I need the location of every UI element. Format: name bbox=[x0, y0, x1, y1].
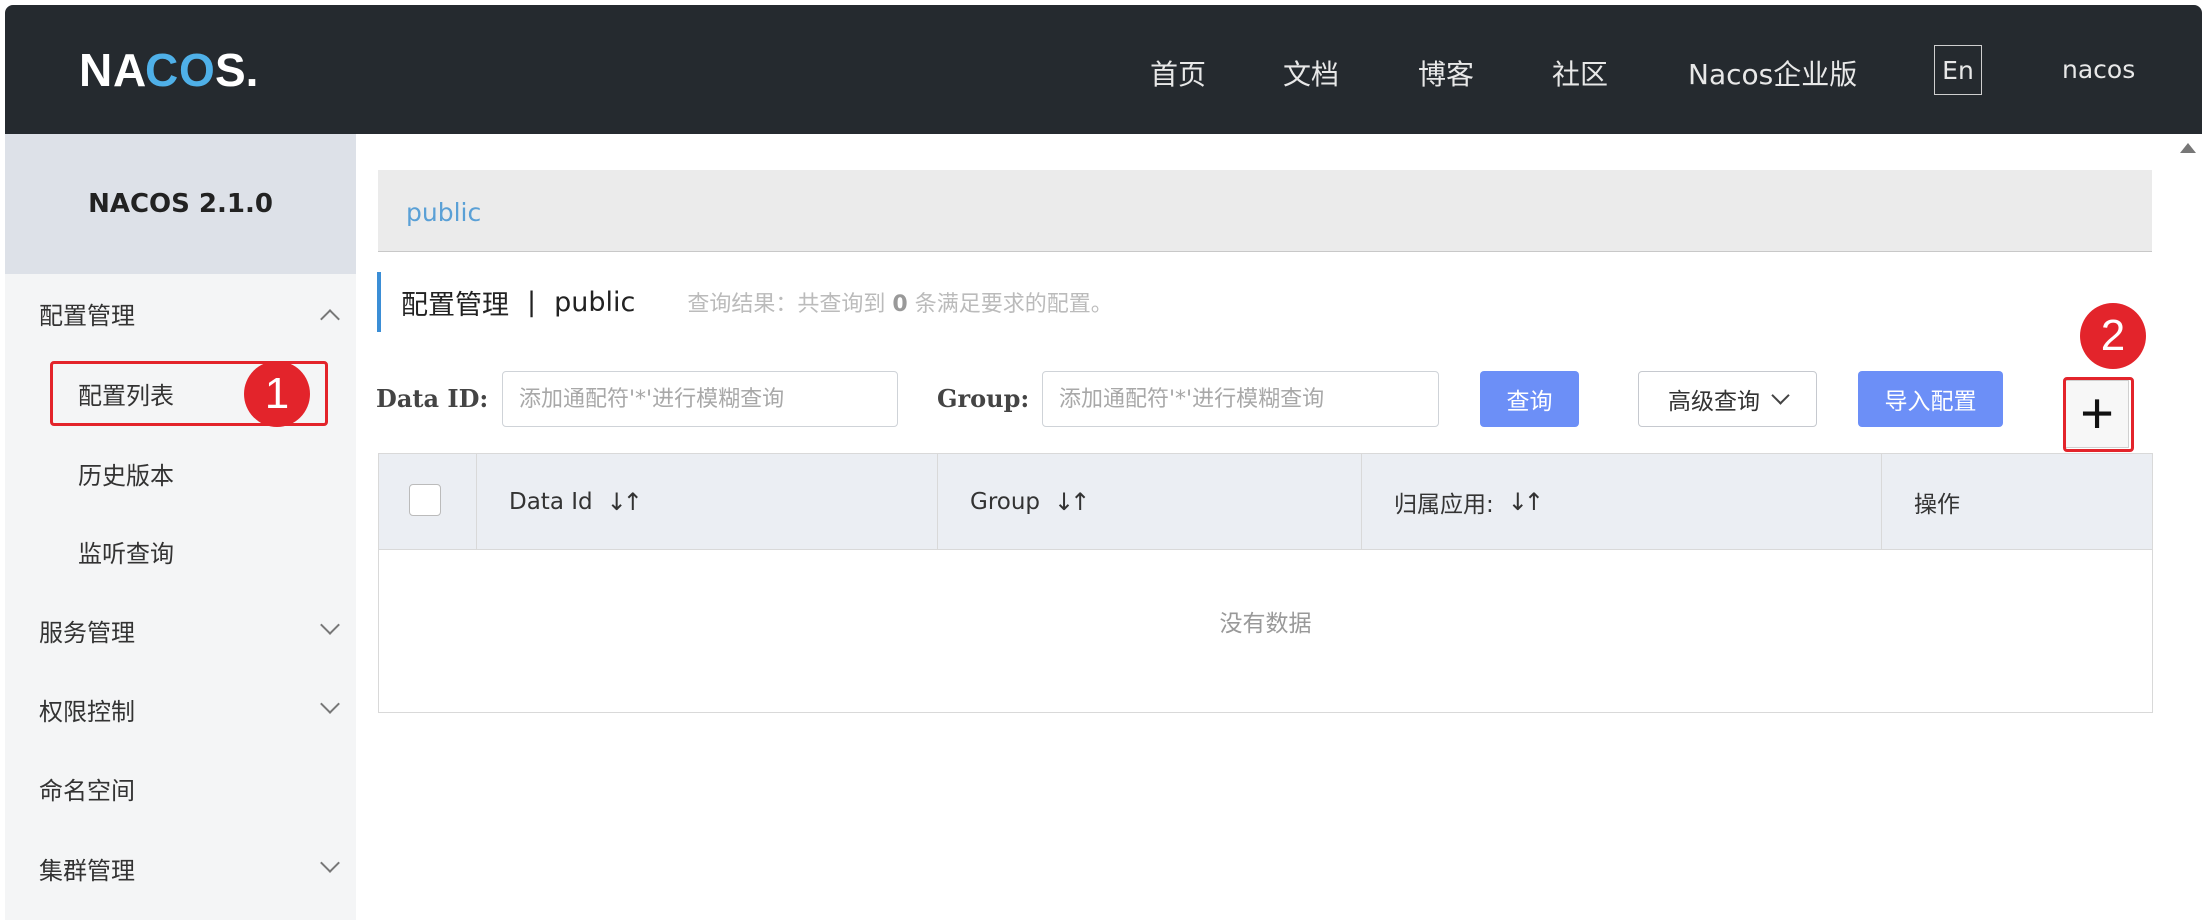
table-header: Data Id ↓↑ Group ↓↑ 归属应用: ↓↑ 操作 bbox=[379, 454, 2152, 550]
data-id-label: Data ID: bbox=[376, 384, 489, 413]
config-table: Data Id ↓↑ Group ↓↑ 归属应用: ↓↑ 操作 没有数据 bbox=[378, 453, 2153, 713]
data-id-input[interactable] bbox=[502, 371, 898, 427]
svg-text:O: O bbox=[179, 44, 215, 96]
sort-icon[interactable]: ↓↑ bbox=[1508, 488, 1544, 516]
advanced-query-label: 高级查询 bbox=[1668, 389, 1760, 415]
chevron-down-icon[interactable] bbox=[320, 615, 340, 635]
language-toggle-button[interactable]: En bbox=[1934, 45, 1982, 95]
title-separator: | bbox=[527, 286, 537, 318]
sidebar-item-history[interactable]: 历史版本 bbox=[78, 456, 174, 491]
svg-text:C: C bbox=[145, 44, 178, 96]
sidebar-item-listener-query[interactable]: 监听查询 bbox=[78, 534, 174, 569]
query-button[interactable]: 查询 bbox=[1480, 371, 1579, 427]
svg-text:N: N bbox=[79, 44, 112, 96]
nav-blog[interactable]: 博客 bbox=[1418, 53, 1474, 93]
chevron-down-icon bbox=[1771, 385, 1790, 405]
query-result-info: 查询结果：共查询到 0 条满足要求的配置。 bbox=[687, 286, 1112, 318]
svg-text:A: A bbox=[113, 44, 146, 96]
namespace-link-public[interactable]: public bbox=[406, 198, 481, 227]
column-label-data-id: Data Id bbox=[509, 489, 593, 515]
sidebar-item-service-management[interactable]: 服务管理 bbox=[39, 613, 135, 648]
column-label-group: Group bbox=[970, 489, 1041, 515]
annotation-marker-1: 1 bbox=[244, 361, 310, 427]
title-namespace: public bbox=[554, 286, 636, 318]
scroll-up-arrow-icon[interactable] bbox=[2180, 143, 2196, 153]
column-label-app: 归属应用: bbox=[1394, 492, 1494, 518]
column-header-data-id[interactable]: Data Id ↓↑ bbox=[477, 454, 938, 550]
user-name[interactable]: nacos bbox=[2062, 55, 2135, 84]
annotation-marker-2: 2 bbox=[2080, 303, 2146, 369]
sidebar-version-title: NACOS 2.1.0 bbox=[5, 134, 356, 274]
query-result-suffix: 条满足要求的配置。 bbox=[914, 292, 1113, 317]
select-all-cell bbox=[379, 454, 477, 550]
logo-mark: N A C O S. bbox=[79, 44, 258, 96]
chevron-up-icon[interactable] bbox=[320, 309, 340, 329]
nacos-logo[interactable]: N A C O S. bbox=[79, 43, 279, 97]
column-header-group[interactable]: Group ↓↑ bbox=[938, 454, 1362, 550]
annotation-highlight-add-button bbox=[2063, 377, 2134, 452]
top-header: N A C O S. 首页 文档 博客 社区 Nacos企业版 En nacos bbox=[5, 5, 2202, 134]
page-title-row: 配置管理 | public 查询结果：共查询到 0 条满足要求的配置。 bbox=[377, 272, 1113, 332]
column-header-app[interactable]: 归属应用: ↓↑ bbox=[1362, 454, 1882, 550]
chevron-down-icon[interactable] bbox=[320, 694, 340, 714]
advanced-query-button[interactable]: 高级查询 bbox=[1638, 371, 1817, 427]
sidebar-item-cluster-management[interactable]: 集群管理 bbox=[39, 851, 135, 886]
svg-text:S.: S. bbox=[215, 44, 258, 96]
sidebar-item-access-control[interactable]: 权限控制 bbox=[39, 692, 135, 727]
nav-docs[interactable]: 文档 bbox=[1283, 53, 1339, 93]
group-label: Group: bbox=[937, 384, 1030, 413]
page-title: 配置管理 bbox=[401, 289, 509, 321]
column-header-actions: 操作 bbox=[1882, 454, 2152, 550]
query-result-count: 0 bbox=[892, 292, 908, 317]
nav-community[interactable]: 社区 bbox=[1552, 53, 1608, 93]
namespace-bar: public bbox=[378, 170, 2152, 252]
sidebar: NACOS 2.1.0 配置管理 配置列表 历史版本 监听查询 服务管理 权限控… bbox=[5, 134, 356, 920]
group-input[interactable] bbox=[1042, 371, 1439, 427]
nav-home[interactable]: 首页 bbox=[1150, 53, 1206, 93]
column-label-actions: 操作 bbox=[1914, 492, 1960, 518]
sort-icon[interactable]: ↓↑ bbox=[607, 488, 643, 516]
import-config-button[interactable]: 导入配置 bbox=[1858, 371, 2003, 427]
select-all-checkbox[interactable] bbox=[409, 484, 441, 516]
sidebar-item-config-management[interactable]: 配置管理 bbox=[39, 296, 135, 331]
empty-table-message: 没有数据 bbox=[1219, 611, 1312, 637]
chevron-down-icon[interactable] bbox=[320, 853, 340, 873]
sidebar-item-namespace[interactable]: 命名空间 bbox=[39, 771, 135, 806]
sort-icon[interactable]: ↓↑ bbox=[1054, 488, 1090, 516]
nav-enterprise[interactable]: Nacos企业版 bbox=[1688, 53, 1857, 93]
query-result-prefix: 查询结果：共查询到 bbox=[687, 292, 886, 317]
